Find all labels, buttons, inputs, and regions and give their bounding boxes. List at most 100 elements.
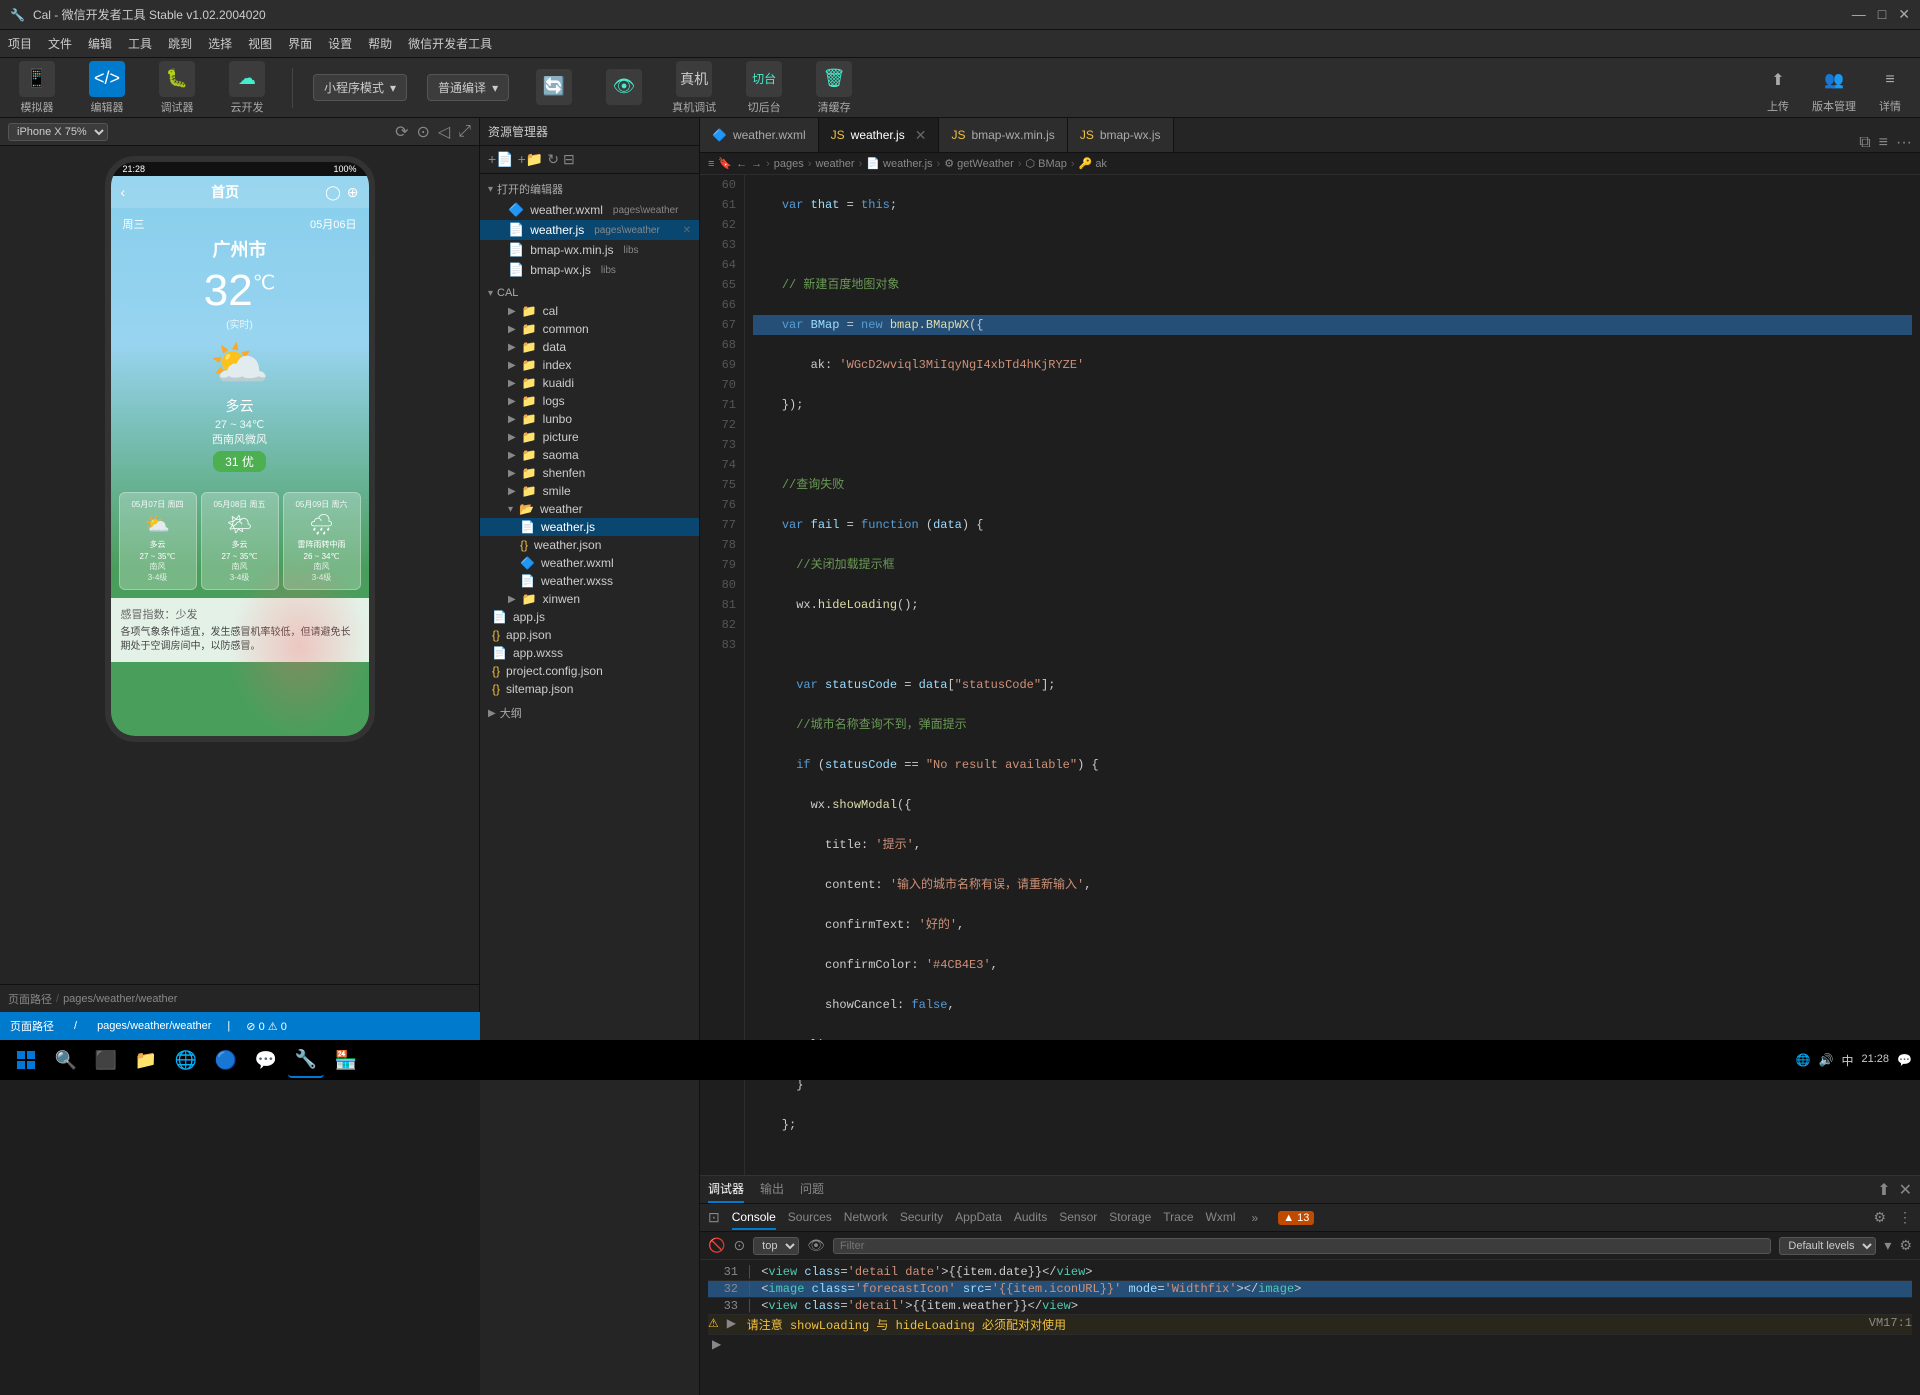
open-file-bmap-min[interactable]: 📄 bmap-wx.min.js libs xyxy=(480,240,699,260)
upload-btn[interactable]: ⬆ 上传 xyxy=(1760,62,1796,114)
breadcrumb-pages[interactable]: pages xyxy=(774,158,804,170)
minimize-button[interactable]: — xyxy=(1852,6,1866,23)
close-file-icon[interactable]: ✕ xyxy=(683,225,691,236)
console-settings-icon[interactable]: ⚙ xyxy=(1873,1209,1886,1226)
console-filter-input[interactable] xyxy=(833,1238,1771,1254)
tab-close-icon[interactable]: ✕ xyxy=(915,127,927,144)
taskbar-devtools[interactable]: 🔧 xyxy=(288,1042,324,1078)
device-selector[interactable]: iPhone X 75% xyxy=(8,123,108,141)
folder-index[interactable]: ▶ 📁 index xyxy=(480,356,699,374)
cal-root-label[interactable]: ▾ CAL xyxy=(480,284,699,302)
taskbar-explorer[interactable]: 📁 xyxy=(128,1042,164,1078)
folder-picture[interactable]: ▶ 📁 picture xyxy=(480,428,699,446)
folder-kuaidi[interactable]: ▶ 📁 kuaidi xyxy=(480,374,699,392)
folder-smile[interactable]: ▶ 📁 smile xyxy=(480,482,699,500)
console-settings-icon-2[interactable]: ⚙ xyxy=(1899,1237,1912,1254)
menu-item-设置[interactable]: 设置 xyxy=(328,35,352,52)
maximize-button[interactable]: □ xyxy=(1878,6,1886,23)
window-controls[interactable]: — □ ✕ xyxy=(1852,6,1910,23)
fullscreen-icon[interactable]: ⤢ xyxy=(458,123,471,141)
new-folder-icon[interactable]: +📁 xyxy=(518,151,544,168)
mode-dropdown[interactable]: 小程序模式 ▾ xyxy=(313,74,407,101)
compile-dropdown[interactable]: 普通编译 ▾ xyxy=(427,74,509,101)
open-file-weather-wxml[interactable]: 🔷 weather.wxml pages\weather xyxy=(480,200,699,220)
folder-cal[interactable]: ▶ 📁 cal xyxy=(480,302,699,320)
sub-tab-console[interactable]: Console xyxy=(732,1206,776,1230)
taskbar-search[interactable]: 🔍 xyxy=(48,1042,84,1078)
folder-lunbo[interactable]: ▶ 📁 lunbo xyxy=(480,410,699,428)
menu-item-微信开发者工具[interactable]: 微信开发者工具 xyxy=(408,35,492,52)
menu-item-项目[interactable]: 项目 xyxy=(8,35,32,52)
start-button[interactable] xyxy=(8,1042,44,1078)
file-weather-wxss[interactable]: 📄 weather.wxss xyxy=(480,572,699,590)
open-file-bmap[interactable]: 📄 bmap-wx.js libs xyxy=(480,260,699,280)
folder-xinwen[interactable]: ▶ 📁 xinwen xyxy=(480,590,699,608)
menu-item-界面[interactable]: 界面 xyxy=(288,35,312,52)
breadcrumb-back-btn[interactable]: ← xyxy=(736,158,747,170)
open-editors-label[interactable]: ▾ 打开的编辑器 xyxy=(480,178,699,200)
context-selector[interactable]: top xyxy=(753,1237,799,1255)
sub-tab-storage[interactable]: Storage xyxy=(1109,1206,1151,1230)
file-weather-js[interactable]: 📄 weather.js xyxy=(480,518,699,536)
file-app-wxss[interactable]: 📄 app.wxss xyxy=(480,644,699,662)
log-level-chevron[interactable]: ▾ xyxy=(1884,1237,1891,1254)
sub-tab-sources[interactable]: Sources xyxy=(788,1206,832,1230)
editor-btn[interactable]: </> 编辑器 xyxy=(82,61,132,115)
taskbar-chrome[interactable]: 🌐 xyxy=(168,1042,204,1078)
expand-panel-icon[interactable]: ⬆ xyxy=(1877,1180,1890,1200)
rotate-icon[interactable]: ⟳ xyxy=(395,122,408,142)
sub-tab-network[interactable]: Network xyxy=(844,1206,888,1230)
more-tabs-btn[interactable]: » xyxy=(1252,1211,1259,1225)
collapse-icon[interactable]: ⊟ xyxy=(563,151,575,168)
file-app-js[interactable]: 📄 app.js xyxy=(480,608,699,626)
console-overflow-icon[interactable]: ⋮ xyxy=(1898,1209,1912,1226)
taskbar-edge[interactable]: 🔵 xyxy=(208,1042,244,1078)
console-filter-icon[interactable]: ⊙ xyxy=(733,1237,745,1254)
console-input[interactable] xyxy=(725,1338,1908,1352)
refresh-icon[interactable]: ↻ xyxy=(547,151,559,168)
version-btn[interactable]: 👥 版本管理 xyxy=(1812,62,1856,114)
bottom-tab-problems[interactable]: 问题 xyxy=(800,1176,824,1203)
folder-common[interactable]: ▶ 📁 common xyxy=(480,320,699,338)
tab-overflow-icon[interactable]: ··· xyxy=(1896,134,1912,152)
folder-shenfen[interactable]: ▶ 📁 shenfen xyxy=(480,464,699,482)
code-content[interactable]: var that = this; // 新建百度地图对象 var BMap = … xyxy=(745,175,1920,1175)
file-sitemap[interactable]: {} sitemap.json xyxy=(480,680,699,698)
log-level-selector[interactable]: Default levels xyxy=(1779,1237,1876,1255)
clear-cache-btn[interactable]: 🗑 清缓存 xyxy=(809,61,859,115)
taskbar-wechat[interactable]: 💬 xyxy=(248,1042,284,1078)
device-debug-btn[interactable]: 真机 真机调试 xyxy=(669,61,719,115)
sub-tab-security[interactable]: Security xyxy=(900,1206,943,1230)
bottom-tab-debugger[interactable]: 调试器 xyxy=(708,1176,744,1203)
more-tabs-icon[interactable]: ≡ xyxy=(1879,134,1888,152)
breadcrumb-bmap[interactable]: ⬡ BMap xyxy=(1025,157,1066,170)
folder-weather[interactable]: ▾ 📂 weather xyxy=(480,500,699,518)
tab-weather-js[interactable]: JS weather.js ✕ xyxy=(819,118,940,152)
menu-item-帮助[interactable]: 帮助 xyxy=(368,35,392,52)
preview-btn[interactable]: 👁 xyxy=(599,69,649,107)
new-file-icon[interactable]: +📄 xyxy=(488,151,514,168)
sub-tab-wxml[interactable]: Wxml xyxy=(1206,1206,1236,1230)
notification-icon[interactable]: 💬 xyxy=(1897,1053,1912,1067)
folder-logs[interactable]: ▶ 📁 logs xyxy=(480,392,699,410)
eye-icon[interactable]: 👁 xyxy=(807,1237,825,1254)
tab-weather-wxml[interactable]: 🔷 weather.wxml xyxy=(700,118,819,152)
home-icon[interactable]: ⊙ xyxy=(416,122,429,142)
debugger-btn[interactable]: 🐛 调试器 xyxy=(152,61,202,115)
breadcrumb-get-weather[interactable]: ⚙ getWeather xyxy=(944,157,1014,170)
file-project-config[interactable]: {} project.config.json xyxy=(480,662,699,680)
folder-data[interactable]: ▶ 📁 data xyxy=(480,338,699,356)
taskbar-cortana[interactable]: ⬛ xyxy=(88,1042,124,1078)
detail-btn[interactable]: ≡ 详情 xyxy=(1872,62,1908,114)
back-phone-icon[interactable]: ◁ xyxy=(438,122,450,142)
simulator-btn[interactable]: 📱 模拟器 xyxy=(12,61,62,115)
open-file-weather-js[interactable]: 📄 weather.js pages\weather ✕ xyxy=(480,220,699,240)
sub-tab-sensor[interactable]: Sensor xyxy=(1059,1206,1097,1230)
phone-back-btn[interactable]: ‹ xyxy=(121,184,126,200)
breadcrumb-forward-btn[interactable]: → xyxy=(751,158,762,170)
menu-item-文件[interactable]: 文件 xyxy=(48,35,72,52)
close-panel-icon[interactable]: ✕ xyxy=(1899,1180,1912,1200)
breadcrumb-weather-js[interactable]: 📄 weather.js xyxy=(866,157,932,170)
menu-item-视图[interactable]: 视图 xyxy=(248,35,272,52)
sub-tab-audits[interactable]: Audits xyxy=(1014,1206,1047,1230)
